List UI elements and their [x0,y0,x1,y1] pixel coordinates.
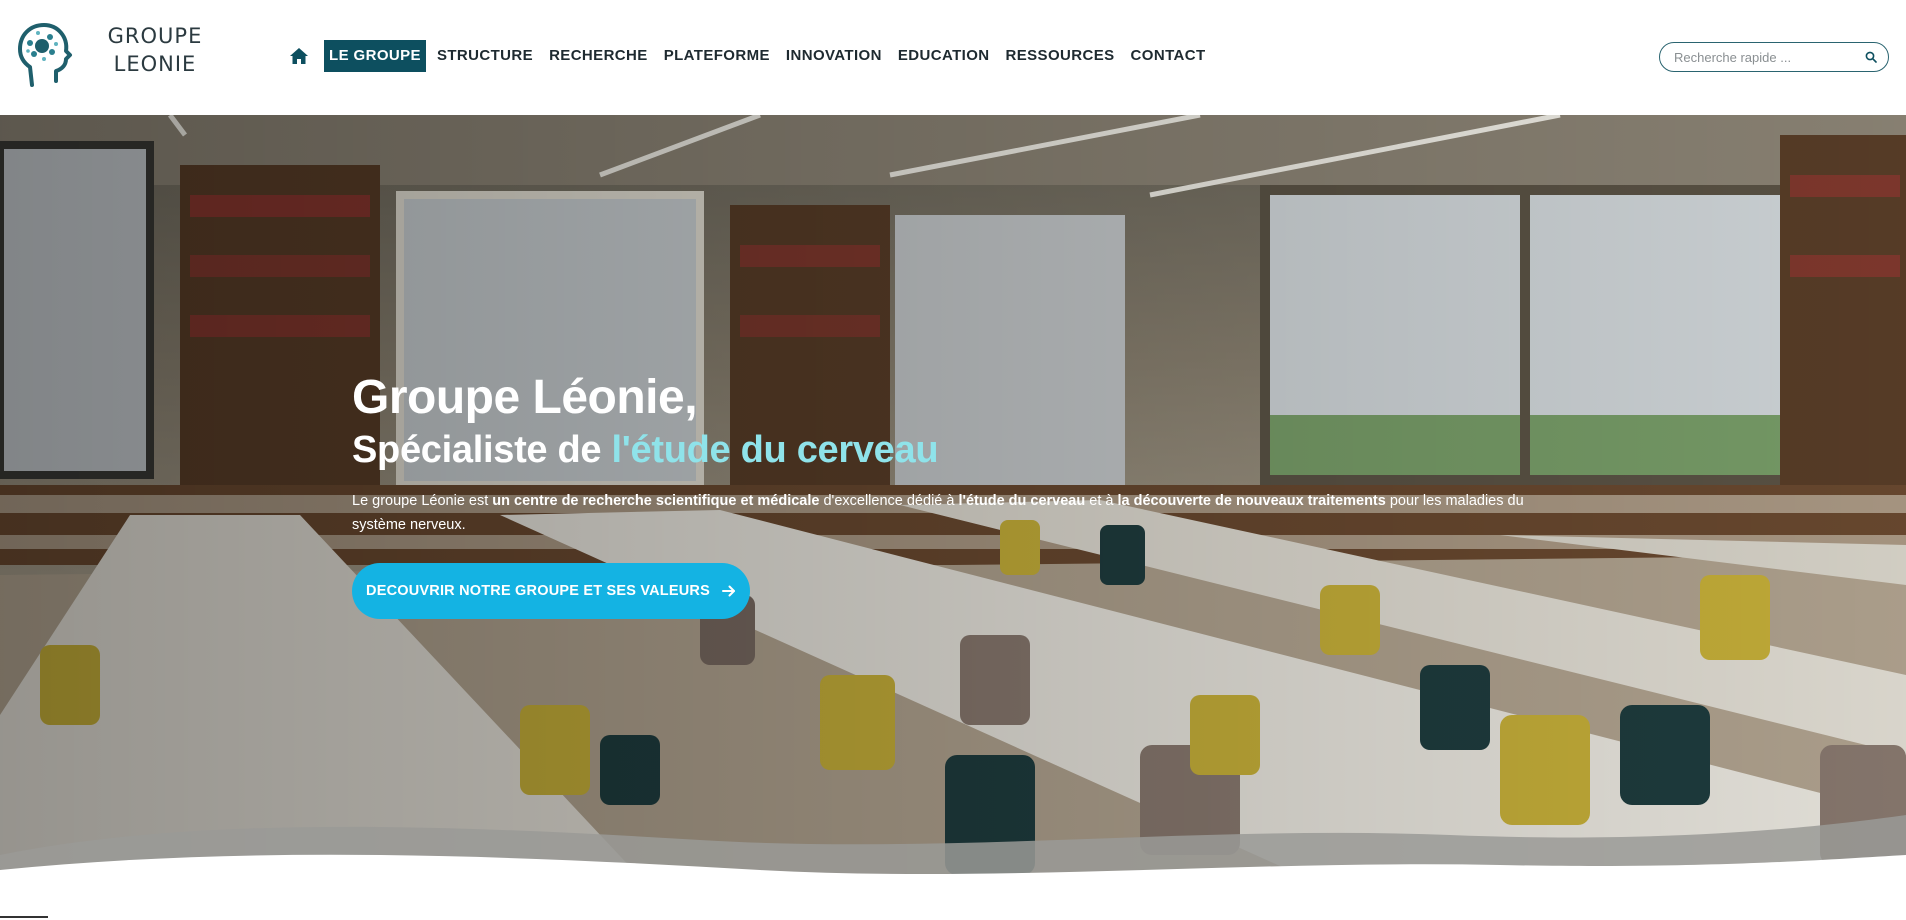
hero-bottom-wave [0,815,1906,920]
site-logo[interactable]: GROUPE LEONIE [16,18,201,90]
home-icon [290,48,308,64]
desc-bold-1: un centre de recherche scientifique et m… [492,493,820,509]
nav-item-plateforme[interactable]: PLATEFORME [659,40,775,72]
brand-wordmark: GROUPE LEONIE [100,22,210,78]
desc-bold-2: l'étude du cerveau [958,493,1086,509]
arrow-right-icon [721,585,736,597]
nav-item-education[interactable]: EDUCATION [893,40,995,72]
hero-content: Groupe Léonie, Spécialiste de l'étude du… [352,371,1532,619]
brand-line-1: GROUPE [107,24,203,48]
nav-item-innovation[interactable]: INNOVATION [781,40,887,72]
nav-item-ressources[interactable]: RESSOURCES [1001,40,1120,72]
nav-item-structure[interactable]: STRUCTURE [432,40,538,72]
brand-line-2: LEONIE [113,52,197,76]
cta-label: DECOUVRIR NOTRE GROUPE ET SES VALEURS [366,583,710,599]
search-input[interactable] [1674,49,1864,65]
site-header: GROUPE LEONIE LE GROUPE STRUCTURE RECHER… [0,0,1906,115]
nav-item-le-groupe[interactable]: LE GROUPE [324,40,426,72]
scroll-indicator [0,916,48,918]
desc-part-1: Le groupe Léonie est [352,493,493,509]
home-link[interactable] [286,40,312,72]
search-icon [1865,51,1877,63]
brain-head-logo-icon [18,23,72,87]
nav-item-recherche[interactable]: RECHERCHE [544,40,653,72]
hero-title: Groupe Léonie, [352,371,698,424]
main-nav: LE GROUPE STRUCTURE RECHERCHE PLATEFORME… [286,40,1217,72]
desc-bold-3: la découverte de nouveaux traitements [1117,493,1386,509]
hero-subtitle-accent: l'étude du cerveau [611,429,939,471]
search-button[interactable] [1864,50,1878,64]
hero-description: Le groupe Léonie est un centre de recher… [352,489,1532,537]
desc-part-3: et à [1085,493,1118,509]
hero-subtitle-prefix: Spécialiste de [352,429,612,471]
discover-group-button[interactable]: DECOUVRIR NOTRE GROUPE ET SES VALEURS [352,563,750,619]
desc-part-2: d'excellence dédié à [819,493,959,509]
nav-item-contact[interactable]: CONTACT [1126,40,1211,72]
quick-search [1659,42,1889,72]
hero-section: Groupe Léonie, Spécialiste de l'étude du… [0,115,1906,920]
hero-subtitle: Spécialiste de l'étude du cerveau [352,425,1532,475]
